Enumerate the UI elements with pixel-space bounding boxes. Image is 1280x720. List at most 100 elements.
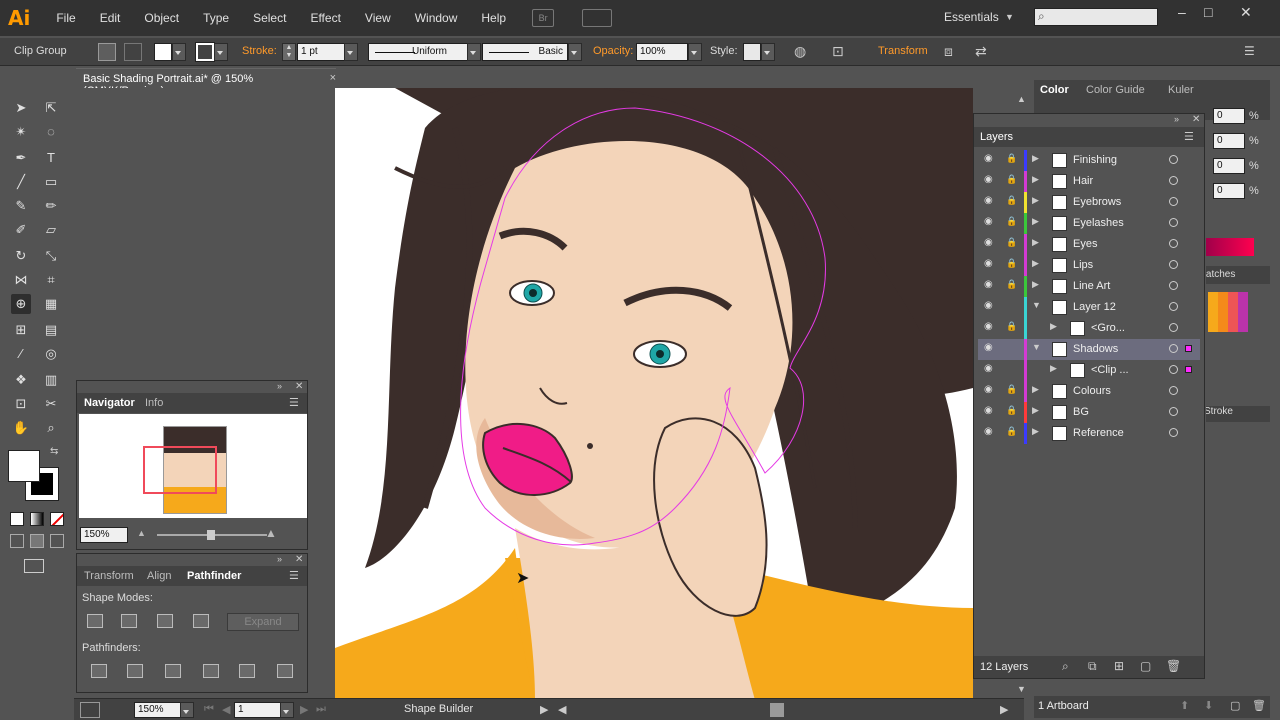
minimize-icon[interactable]: – [1178,4,1186,20]
target-icon[interactable] [1169,386,1178,395]
canvas-scroll-down-icon[interactable]: ▼ [1017,684,1026,694]
move-up-icon[interactable]: ⬆ [1180,699,1189,712]
gradient-mode-icon[interactable] [30,512,44,526]
menu-view[interactable]: View [353,11,403,25]
graphic-style-swatch[interactable] [743,43,761,61]
none-mode-icon[interactable] [50,512,64,526]
tab-transform[interactable]: Transform [84,570,134,582]
color-k-field[interactable]: 0 [1213,183,1245,199]
layers-title[interactable]: Layers [980,131,1013,143]
selection-tool-icon[interactable]: ➤ [11,98,31,118]
target-icon[interactable] [1169,344,1178,353]
layer-row[interactable]: ◉ 🔒 ▶ <Gro... [978,318,1200,339]
chevron-right-icon[interactable]: ▶ [1032,384,1039,395]
help-search-input[interactable] [1034,8,1158,26]
swap-fill-stroke-icon[interactable]: ⇆ [50,446,58,457]
color-spectrum[interactable] [1206,238,1254,256]
arrange-icon[interactable]: ⇄ [975,43,987,60]
pathfinder-menu-icon[interactable]: ☰ [289,569,299,582]
status-menu-icon[interactable]: ▶ [540,703,548,716]
brush-definition[interactable]: Basic [482,43,568,61]
visibility-eye-icon[interactable]: ◉ [984,279,993,290]
color-mode-icon[interactable] [10,512,24,526]
layer-row[interactable]: ◉ 🔒 ▶ Eyebrows [978,192,1200,213]
document-tab[interactable]: Basic Shading Portrait.ai* @ 150% (CMYK/… [76,68,336,97]
layer-row[interactable]: ◉ 🔒 ▶ Hair [978,171,1200,192]
layer-name[interactable]: Lips [1073,259,1093,271]
previous-artboard-icon[interactable]: ◀ [222,703,230,716]
lock-icon[interactable]: 🔒 [1006,216,1017,227]
visibility-eye-icon[interactable]: ◉ [984,153,993,164]
collapse-icon[interactable]: » [1174,114,1179,124]
minus-front-button[interactable] [121,614,137,628]
tab-pathfinder[interactable]: Pathfinder [187,570,241,582]
stroke-swatch[interactable] [195,42,215,62]
visibility-eye-icon[interactable]: ◉ [984,342,993,353]
layer-row[interactable]: ◉ ▼ Shadows [978,339,1200,360]
intersect-button[interactable] [157,614,173,628]
scroll-left-icon[interactable]: ◀ [558,703,566,716]
layers-menu-icon[interactable]: ☰ [1184,130,1194,143]
panel-menu-icon[interactable]: ☰ [1244,44,1255,58]
lock-icon[interactable]: 🔒 [1006,279,1017,290]
layer-row[interactable]: ◉ 🔒 ▶ Finishing [978,150,1200,171]
layer-row[interactable]: ◉ 🔒 ▶ Lips [978,255,1200,276]
outline-button[interactable] [239,664,255,678]
layer-row[interactable]: ◉ ▶ <Clip ... [978,360,1200,381]
move-down-icon[interactable]: ⬇ [1204,699,1213,712]
menu-select[interactable]: Select [241,11,298,25]
layer-name[interactable]: BG [1073,406,1089,418]
transform-link[interactable]: Transform [878,45,928,57]
gradient-tool-icon[interactable]: ▤ [41,320,61,340]
layer-name[interactable]: Line Art [1073,280,1110,292]
artboard[interactable] [335,88,973,700]
minus-back-button[interactable] [277,664,293,678]
layer-row[interactable]: ◉ 🔒 ▶ Eyes [978,234,1200,255]
tab-kuler[interactable]: Kuler [1168,84,1194,96]
zoom-dropdown[interactable] [180,702,194,718]
layer-name[interactable]: Colours [1073,385,1111,397]
expand-button[interactable]: Expand [227,613,299,631]
close-panel-icon[interactable]: ✕ [1192,114,1200,125]
symbol-sprayer-tool-icon[interactable]: ❖ [11,370,31,390]
crop-button[interactable] [203,664,219,678]
visibility-eye-icon[interactable]: ◉ [984,300,993,311]
lock-icon[interactable]: 🔒 [1006,258,1017,269]
tab-color[interactable]: Color [1040,84,1069,96]
brush-dropdown[interactable] [568,43,582,61]
close-panel-icon[interactable]: ✕ [295,554,303,565]
fill-dropdown[interactable] [172,43,186,61]
rotate-tool-icon[interactable]: ↻ [11,246,31,266]
lock-icon[interactable]: 🔒 [1006,174,1017,185]
horizontal-scroll-thumb[interactable] [770,703,784,717]
hand-tool-icon[interactable]: ✋ [11,418,31,438]
lock-icon[interactable]: 🔒 [1006,321,1017,332]
opacity-label[interactable]: Opacity: [593,45,633,57]
zoom-in-icon[interactable]: ▲ [265,526,277,540]
tab-color-guide[interactable]: Color Guide [1086,84,1145,96]
line-tool-icon[interactable]: ╱ [11,172,31,192]
visibility-eye-icon[interactable]: ◉ [984,321,993,332]
shape-builder-tool-icon[interactable]: ⊕ [11,294,31,314]
recolor-artwork-icon[interactable]: ◍ [794,43,806,60]
chevron-right-icon[interactable]: ▶ [1032,258,1039,269]
edit-contents-icon[interactable] [124,43,142,61]
delete-layer-icon[interactable]: 🗑 [1166,659,1181,673]
new-artboard-icon[interactable]: ▢ [1230,699,1240,712]
artboard-dropdown[interactable] [280,702,294,718]
target-icon[interactable] [1169,365,1178,374]
visibility-eye-icon[interactable]: ◉ [984,216,993,227]
screen-mode-icon[interactable] [24,559,44,573]
variable-width-profile[interactable]: Uniform [368,43,468,61]
layer-row[interactable]: ◉ 🔒 ▶ Eyelashes [978,213,1200,234]
color-c-field[interactable]: 0 [1213,108,1245,124]
target-icon[interactable] [1169,281,1178,290]
visibility-eye-icon[interactable]: ◉ [984,405,993,416]
layer-row[interactable]: ◉ ▼ Layer 12 [978,297,1200,318]
last-artboard-icon[interactable]: ⏭ [316,703,326,716]
visibility-eye-icon[interactable]: ◉ [984,363,993,374]
chevron-right-icon[interactable]: ▶ [1032,216,1039,227]
target-icon[interactable] [1169,176,1178,185]
layer-row[interactable]: ◉ 🔒 ▶ Reference [978,423,1200,444]
color-m-field[interactable]: 0 [1213,133,1245,149]
